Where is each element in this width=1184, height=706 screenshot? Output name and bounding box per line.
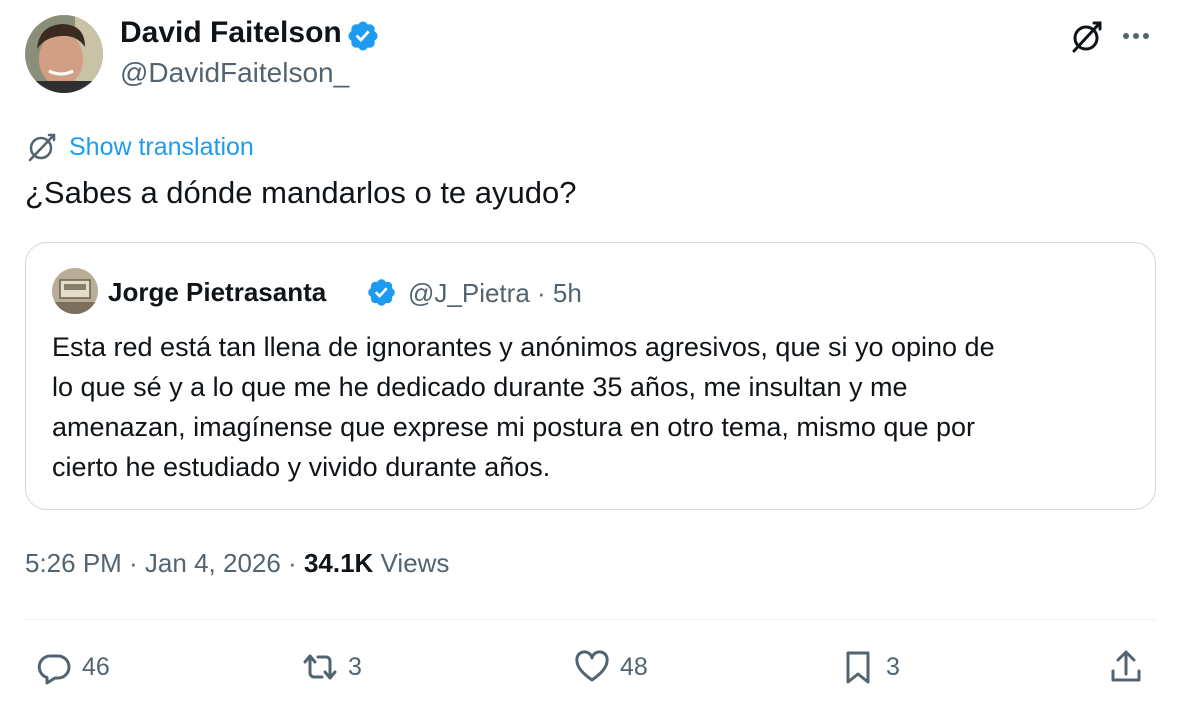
like-button[interactable]: 48 bbox=[572, 645, 648, 689]
author-name[interactable]: David Faitelson bbox=[120, 16, 342, 50]
divider bbox=[25, 619, 1156, 620]
tweet-text: ¿Sabes a dónde mandarlos o te ayudo? bbox=[25, 175, 577, 210]
verified-badge-icon bbox=[348, 21, 378, 51]
repost-count: 3 bbox=[348, 652, 362, 681]
author-avatar[interactable] bbox=[25, 15, 103, 93]
tweet-meta: 5:26 PM · Jan 4, 2026 · 34.1K Views bbox=[25, 548, 449, 579]
bookmark-icon bbox=[846, 651, 870, 684]
quoted-text-line: cierto he estudiado y vivido durante año… bbox=[52, 452, 551, 482]
timestamp[interactable]: 5:26 PM · Jan 4, 2026 · bbox=[25, 548, 304, 578]
show-translation-label[interactable]: Show translation bbox=[69, 133, 254, 162]
reply-icon bbox=[37, 654, 71, 685]
quoted-author-avatar[interactable] bbox=[52, 268, 98, 314]
author-handle[interactable]: @DavidFaitelson_ bbox=[120, 57, 349, 89]
views-label: Views bbox=[373, 548, 450, 578]
more-icon[interactable] bbox=[1118, 22, 1154, 50]
share-button[interactable] bbox=[1106, 645, 1146, 689]
quoted-text-line: Esta red está tan llena de ignorantes y … bbox=[52, 332, 995, 362]
share-icon bbox=[1111, 650, 1141, 682]
reply-button[interactable]: 46 bbox=[34, 645, 110, 689]
quoted-author-name[interactable]: Jorge Pietrasanta bbox=[108, 277, 326, 308]
quoted-tweet-text: Esta red está tan llena de ignorantes y … bbox=[52, 327, 1142, 487]
quoted-text-line: amenazan, imagínense que exprese mi post… bbox=[52, 412, 975, 442]
like-icon bbox=[575, 650, 609, 682]
quoted-text-line: lo que sé y a lo que me he dedicado dura… bbox=[52, 372, 908, 402]
bookmark-button[interactable]: 3 bbox=[838, 645, 900, 689]
verified-badge-icon bbox=[368, 279, 395, 306]
views-count[interactable]: 34.1K bbox=[304, 548, 373, 578]
repost-button[interactable]: 3 bbox=[300, 645, 362, 689]
grok-icon[interactable] bbox=[1066, 17, 1106, 57]
translate-icon bbox=[28, 133, 56, 162]
like-count: 48 bbox=[620, 652, 648, 681]
repost-icon bbox=[303, 654, 337, 680]
show-translation-link[interactable]: Show translation bbox=[25, 129, 254, 165]
bookmark-count: 3 bbox=[886, 652, 900, 681]
quoted-tweet-card[interactable]: Jorge Pietrasanta @J_Pietra · 5h Esta re… bbox=[25, 242, 1156, 510]
reply-count: 46 bbox=[82, 652, 110, 681]
quoted-handle-time[interactable]: @J_Pietra · 5h bbox=[408, 278, 582, 309]
